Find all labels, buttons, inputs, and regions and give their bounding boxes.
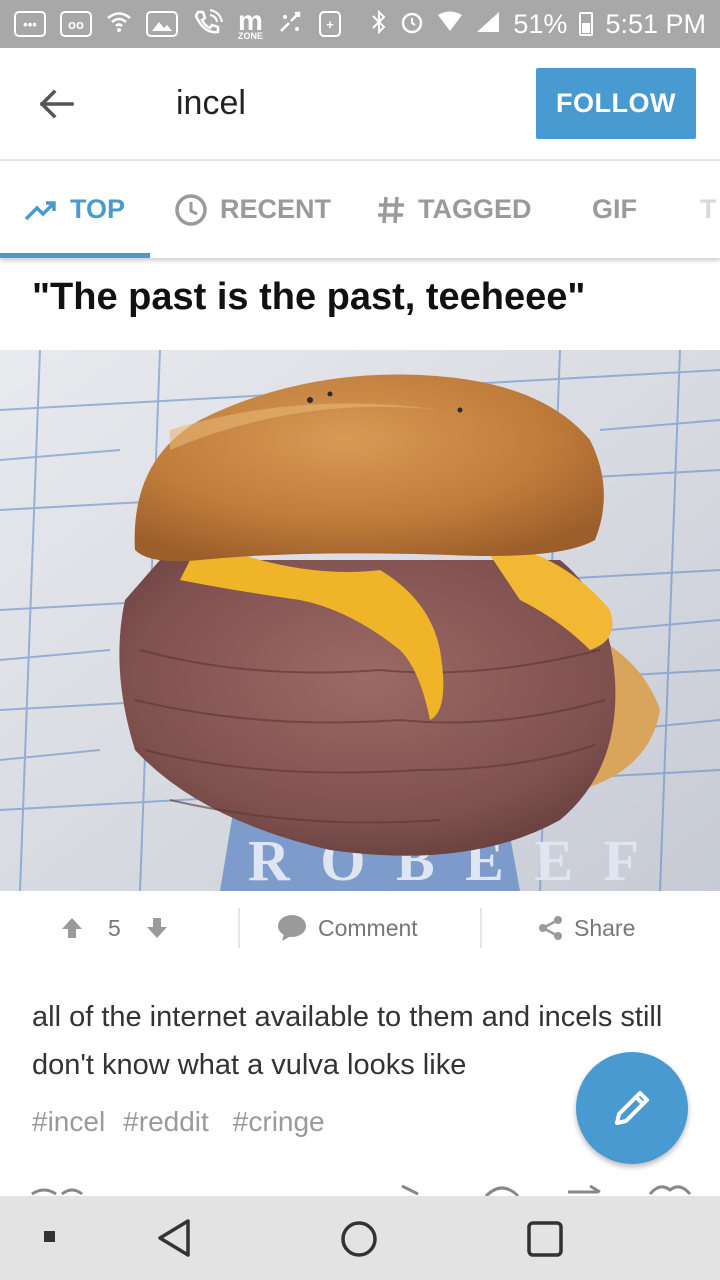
compose-fab[interactable] (576, 1052, 688, 1164)
screen: ••• oo m ZONE + 51% 5:51 PM incel FOLLOW… (0, 0, 720, 1280)
back-arrow-icon[interactable] (36, 84, 76, 124)
nav-home-icon[interactable] (340, 1220, 378, 1258)
action-divider (480, 908, 482, 948)
tag-link[interactable]: #reddit (123, 1106, 209, 1138)
wifi-signal-icon (437, 11, 463, 38)
hash-icon (378, 196, 404, 223)
m-zone-icon: m ZONE (238, 7, 263, 41)
m-zone-sublabel: ZONE (238, 31, 264, 41)
cell-signal-icon (475, 10, 501, 39)
tab-tagged[interactable]: TAGGED (376, 161, 532, 258)
vote-group: 5 (60, 891, 169, 965)
header: incel FOLLOW (0, 48, 720, 161)
tab-recent[interactable]: RECENT (174, 161, 331, 258)
tag-link[interactable]: #cringe (233, 1106, 325, 1138)
battery-icon (579, 12, 594, 36)
tab-recent-label: RECENT (220, 194, 332, 224)
post-image[interactable]: R O B E E F (0, 350, 720, 891)
tab-partial-label: T (700, 194, 717, 224)
image-icon (146, 11, 178, 37)
page-title: incel (176, 84, 246, 122)
phone-wifi-icon (192, 8, 224, 41)
clock-time: 5:51 PM (605, 8, 706, 39)
voicemail-icon: oo (60, 11, 92, 37)
nav-overview-icon[interactable] (526, 1220, 564, 1258)
post-tags: #incel #reddit #cringe (32, 1106, 325, 1138)
tab-partial[interactable]: T (700, 161, 717, 258)
bluetooth-icon (371, 9, 387, 40)
post-footer-peek (0, 1180, 720, 1196)
tab-gif[interactable]: GIF (592, 161, 637, 258)
tab-tagged-label: TAGGED (418, 194, 532, 224)
pencil-icon (615, 1091, 649, 1125)
action-divider (238, 908, 240, 948)
share-label: Share (574, 914, 636, 941)
trending-icon (24, 200, 56, 220)
footer-icons-peek (31, 1184, 692, 1196)
share-button[interactable]: Share (538, 891, 635, 965)
follow-button[interactable]: FOLLOW (536, 68, 696, 139)
tab-top[interactable]: TOP (24, 161, 125, 258)
vote-count: 5 (108, 914, 121, 941)
sandwich-photo: R O B E E F (0, 350, 720, 891)
comment-label: Comment (318, 914, 418, 941)
downvote-icon[interactable] (145, 916, 169, 940)
nav-back-icon[interactable] (156, 1218, 192, 1258)
comment-button[interactable]: Comment (276, 891, 418, 965)
sync-icon (277, 9, 305, 40)
post-title: "The past is the past, teeheee" (32, 276, 586, 318)
battery-percent: 51% (513, 8, 568, 39)
tab-bar: TOP RECENT TAGGED GIF T (0, 161, 720, 258)
tab-top-label: TOP (70, 194, 126, 224)
status-right: 51% 5:51 PM (371, 9, 706, 40)
recent-indicator-icon (44, 1231, 55, 1242)
status-bar: ••• oo m ZONE + 51% 5:51 PM (0, 0, 720, 48)
status-left-icons: ••• oo m ZONE + (14, 7, 342, 41)
more-icon: ••• (14, 11, 46, 37)
upvote-icon[interactable] (60, 916, 84, 940)
clock-icon (175, 193, 207, 226)
wifi-icon (106, 11, 132, 38)
battery-plus-icon: + (319, 11, 342, 37)
alarm-icon (399, 9, 425, 40)
post-actions: 5 Comment Share (0, 891, 720, 965)
active-tab-indicator (0, 253, 150, 258)
tag-link[interactable]: #incel (32, 1106, 105, 1138)
share-icon (539, 916, 562, 940)
tab-gif-label: GIF (592, 194, 637, 224)
comment-icon (278, 915, 306, 941)
